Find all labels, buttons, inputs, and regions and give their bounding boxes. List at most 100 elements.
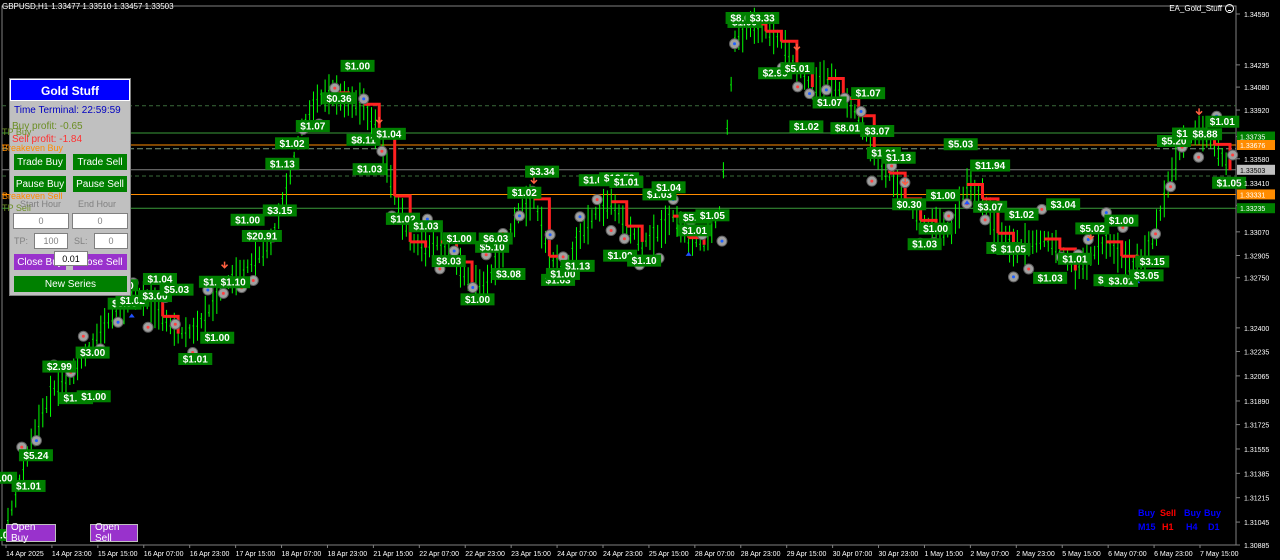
trade-marker-dot [1040,207,1044,211]
profit-label: $3.15 [1135,255,1170,268]
profit-label-text: $1.01 [682,226,707,237]
chart-title: GBPUSD,H1 1.33477 1.33510 1.33457 1.33503 [2,2,177,11]
x-tick-label: 24 Apr 07:00 [557,551,597,558]
x-tick-label: 6 May 07:00 [1108,551,1147,558]
profit-label-text: $2.99 [47,362,72,373]
profit-label: $1.00 [460,293,495,306]
new-series-button[interactable]: New Series [13,275,128,293]
x-tick-label: 28 Apr 23:00 [741,551,781,558]
pause-sell-button[interactable]: Pause Sell [72,175,128,193]
profit-label-text: $8.88 [1193,130,1218,141]
quote-label: 1.33477 1.33510 1.33457 1.33503 [51,2,174,11]
profit-label: $0.36 [322,92,357,105]
open-buy-button[interactable]: Open Buy [6,522,56,544]
sl-input[interactable]: 0 [94,233,128,249]
profit-label-text: $1.01 [16,481,41,492]
profit-label: $3.04 [1046,198,1081,211]
timeframe-signals: Buy Sell Buy Buy M15 H1 H4 D1 [1132,508,1228,534]
trade-sell-button[interactable]: Trade Sell [72,153,128,171]
profit-label-text: $1.02 [280,139,305,150]
price-tag-label: 1.33676 [1240,143,1265,150]
open-sell-button[interactable]: Open Sell [90,522,138,544]
profit-label: $1.05 [695,209,730,222]
trade-marker-dot [173,322,177,326]
profit-label-text: $1.13 [886,153,911,164]
trade-marker-dot [733,42,737,46]
profit-label-text: $6.03 [483,234,508,245]
profit-label-text: $1.00 [235,215,260,226]
profit-label-text: $1.03 [413,222,438,233]
x-tick-label: 5 May 15:00 [1062,551,1101,558]
price-axis: 1.345901.342351.340801.339201.337351.335… [1236,12,1275,550]
profit-label: $8.01 [830,122,865,135]
profit-label-text: $3.15 [267,206,292,217]
tp-input[interactable]: 100 [34,233,68,249]
y-tick-label: 1.32750 [1244,276,1269,283]
profit-label: $1.03 [352,163,387,176]
profit-label: $1.13 [265,157,300,170]
trade-marker-dot [1027,267,1031,271]
trade-marker-dot [116,320,120,324]
profit-label-text: $1.00 [923,224,948,235]
profit-label: $1.05 [996,242,1031,255]
profit-label: $1.03 [1033,271,1068,284]
buy-arrow [128,313,135,318]
start-hour-label: Start Hour [20,199,62,209]
profit-label-text: $1.02 [794,122,819,133]
profit-label: $3.15 [262,204,297,217]
profit-label: $3.05 [1129,269,1164,282]
profit-label-text: $1.07 [817,98,842,109]
profit-label-text: $1.04 [656,183,681,194]
y-tick-label: 1.32065 [1244,374,1269,381]
profit-label: $1.04 [651,181,686,194]
profit-label-text: $1.02 [512,188,537,199]
profit-label-text: $1.01 [614,177,639,188]
price-chart[interactable]: $1.00$1.00$1.01$5.24$2.99$1.04$1.00$3.00… [0,0,1280,560]
profit-label: $1.02 [507,186,542,199]
profit-label: $1.03 [907,238,942,251]
end-hour-label: End Hour [78,199,117,209]
profit-label: $3.07 [973,200,1008,213]
trade-marker-dot [34,439,38,443]
profit-label: $1.00 [926,189,961,202]
profit-label-text: $0.30 [897,200,922,211]
profit-label: $3.07 [860,124,895,137]
x-tick-label: 16 Apr 07:00 [144,551,184,558]
profit-label: $1.04 [142,273,177,286]
trade-marker-dot [1231,153,1235,157]
tf-signal-h4: Buy [1184,508,1202,518]
ea-label[interactable]: EA_Gold_Stuff [1169,4,1234,13]
profit-label: $5.24 [18,449,53,462]
start-hour-input[interactable]: 0 [13,213,69,229]
buy-arrow [685,251,692,256]
profit-label-text: $5.02 [1080,224,1105,235]
sell-arrow [1195,108,1203,116]
profit-label-text: $5.03 [164,285,189,296]
trade-marker-dot [1011,275,1015,279]
x-tick-label: 18 Apr 07:00 [282,551,322,558]
y-tick-label: 1.33070 [1244,230,1269,237]
profit-label: $1.00 [76,390,111,403]
profit-label: $1.04 [371,127,406,140]
y-tick-label: 1.34590 [1244,12,1269,19]
profit-label-text: $1.05 [1217,178,1242,189]
profit-label: $1.10 [216,276,251,289]
x-tick-label: 7 May 15:00 [1200,551,1239,558]
profit-label: $3.34 [525,165,560,178]
x-tick-label: 21 Apr 15:00 [373,551,413,558]
trade-marker-dot [1197,155,1201,159]
end-hour-input[interactable]: 0 [72,213,128,229]
profit-label: $1.00 [340,59,375,72]
x-tick-label: 2 May 07:00 [970,551,1009,558]
x-tick-label: 25 Apr 15:00 [649,551,689,558]
trade-marker-dot [484,253,488,257]
profit-label: $5.01 [780,62,815,75]
trade-buy-button[interactable]: Trade Buy [13,153,67,171]
profit-label-text: $5.03 [948,140,973,151]
profit-label-text: $1.00 [447,234,472,245]
profit-label-text: $1.00 [205,333,230,344]
lot-input[interactable]: 0.01 [54,251,88,266]
profit-label-text: $1.03 [357,165,382,176]
profit-label-text: $1.02 [1009,210,1034,221]
profit-label: $8.88 [1188,128,1223,141]
